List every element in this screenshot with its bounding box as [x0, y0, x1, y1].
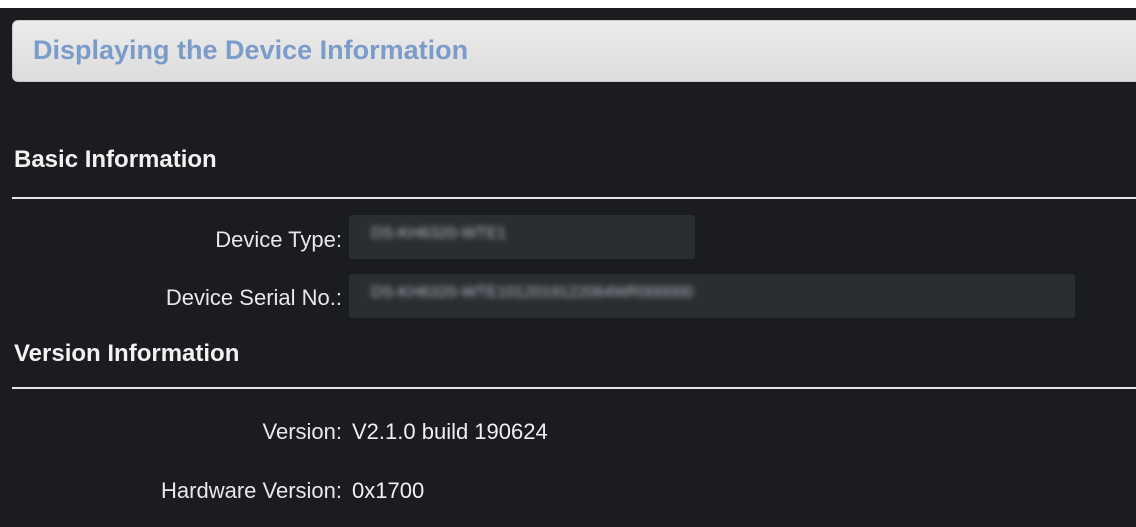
hardware-version-value: 0x1700 — [352, 478, 425, 503]
hardware-version-label: Hardware Version: — [161, 478, 342, 503]
version-information-divider — [12, 387, 1136, 389]
version-value: V2.1.0 build 190624 — [352, 419, 548, 444]
device-type-value: DS-KH6320-WTE1 — [371, 225, 507, 242]
version-information-heading: Version Information — [14, 340, 240, 367]
device-serial-field: DS-KH6320-WTE1012019122064WR000000 — [349, 274, 1075, 318]
device-type-field: DS-KH6320-WTE1 — [349, 215, 695, 259]
basic-information-heading: Basic Information — [14, 146, 217, 173]
page-title: Displaying the Device Information — [33, 35, 469, 65]
content-panel — [0, 8, 1136, 527]
device-type-label: Device Type: — [215, 227, 342, 252]
version-label: Version: — [262, 419, 343, 444]
title-bar: Displaying the Device Information — [12, 20, 1136, 82]
device-info-page: Displaying the Device Information Basic … — [0, 0, 1136, 527]
device-serial-value: DS-KH6320-WTE1012019122064WR000000 — [371, 284, 693, 301]
basic-information-divider — [12, 197, 1136, 199]
device-serial-label: Device Serial No.: — [165, 285, 342, 310]
